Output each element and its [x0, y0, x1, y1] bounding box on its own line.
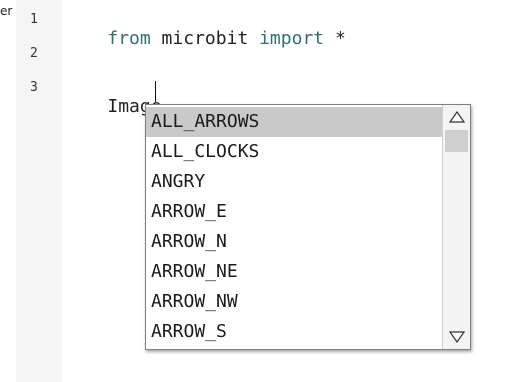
autocomplete-scrollbar[interactable] — [442, 105, 470, 349]
autocomplete-item-arrow-ne[interactable]: ARROW_NE — [146, 257, 442, 287]
triangle-down-icon — [448, 331, 465, 343]
import-star: * — [324, 28, 346, 49]
triangle-up-icon — [448, 111, 465, 123]
keyword-from: from — [107, 28, 151, 49]
code-line-1[interactable]: from microbit import * — [64, 7, 346, 70]
line-number-2: 2 — [30, 46, 38, 61]
line-number-1: 1 — [30, 12, 38, 27]
code-editor[interactable]: er 1 2 3 from microbit import * Image. A… — [0, 0, 510, 382]
text-caret — [155, 81, 156, 102]
autocomplete-item-arrow-e[interactable]: ARROW_E — [146, 197, 442, 227]
autocomplete-list[interactable]: ALL_ARROWS ALL_CLOCKS ANGRY ARROW_E ARRO… — [146, 105, 442, 349]
autocomplete-item-arrow-n[interactable]: ARROW_N — [146, 227, 442, 257]
autocomplete-item-all-clocks[interactable]: ALL_CLOCKS — [146, 137, 442, 167]
line-number-gutter — [16, 0, 62, 382]
keyword-import: import — [259, 28, 325, 49]
clipped-label: er — [0, 4, 13, 18]
scroll-down-button[interactable] — [443, 325, 470, 349]
autocomplete-item-angry[interactable]: ANGRY — [146, 167, 442, 197]
scroll-thumb[interactable] — [445, 130, 468, 152]
module-name: microbit — [150, 28, 260, 49]
autocomplete-popup[interactable]: ALL_ARROWS ALL_CLOCKS ANGRY ARROW_E ARRO… — [145, 104, 471, 350]
autocomplete-item-arrow-nw[interactable]: ARROW_NW — [146, 287, 442, 317]
line-number-3: 3 — [30, 80, 38, 95]
autocomplete-item-all-arrows[interactable]: ALL_ARROWS — [146, 107, 442, 137]
autocomplete-item-arrow-s[interactable]: ARROW_S — [146, 317, 442, 347]
scroll-up-button[interactable] — [443, 105, 470, 129]
